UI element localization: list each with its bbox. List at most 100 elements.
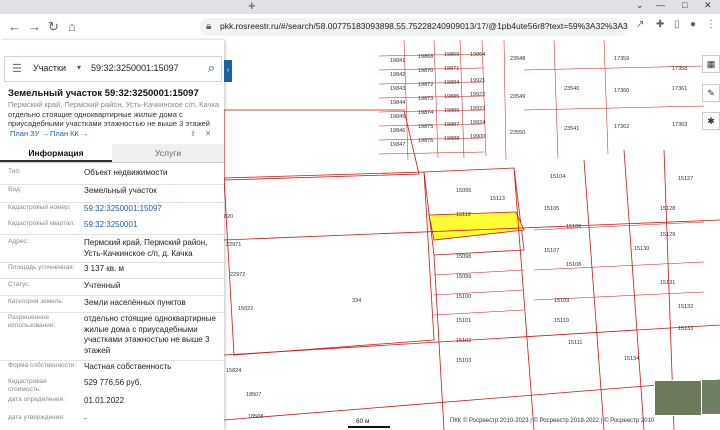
parcel-label[interactable]: 19872	[418, 82, 433, 88]
cadastral-number-link[interactable]: 59:32:3250001:15097	[84, 204, 220, 215]
parcel-label[interactable]: 19871	[444, 66, 459, 72]
close-button[interactable]: ✕	[704, 0, 712, 11]
parcel-label[interactable]: 22971	[226, 242, 241, 248]
parcel-label[interactable]: 17359	[614, 56, 629, 62]
parcel-label[interactable]: 15105	[544, 206, 559, 212]
parcel-label[interactable]: 17360	[614, 88, 629, 94]
parcel-label[interactable]: 15134	[624, 356, 639, 362]
parcel-label[interactable]: 19924	[470, 120, 485, 126]
search-bar[interactable]: ☰ Участки ▾ 59:32:3250001:15097 ⌕	[4, 56, 222, 82]
parcel-label[interactable]: 15101	[456, 318, 471, 324]
lock-icon[interactable]: 🔒︎	[206, 21, 211, 32]
plan-kk-link[interactable]: План КК →	[50, 129, 89, 138]
parcel-label[interactable]: 23550	[510, 130, 525, 136]
parcel-label[interactable]: 820	[224, 214, 233, 220]
plan-zu-link[interactable]: План ЗУ →	[10, 129, 49, 138]
parcel-label[interactable]: 19921	[470, 78, 485, 84]
parcel-label[interactable]: 18508	[248, 414, 263, 420]
parcel-label[interactable]: 15109	[554, 298, 569, 304]
search-input[interactable]: 59:32:3250001:15097	[91, 63, 179, 73]
parcel-label[interactable]: 15129	[660, 232, 675, 238]
extensions-icon[interactable]: ✚	[656, 19, 664, 30]
parcel-label[interactable]: 19923	[470, 106, 485, 112]
parcel-label[interactable]: 15098	[456, 254, 471, 260]
forward-icon[interactable]: →	[28, 19, 41, 34]
parcel-label[interactable]: 19864	[470, 52, 485, 58]
parcel-label[interactable]: 19847	[390, 142, 405, 148]
parcel-label[interactable]: 17358	[672, 66, 687, 72]
settings-icon[interactable]: ✱	[702, 112, 720, 130]
cadastral-map[interactable]: 19841 19868 19869 19864 19842 19870 19871 19843…	[224, 40, 720, 430]
edit-icon[interactable]: ✎	[702, 84, 720, 102]
panel-collapse-handle[interactable]: ‹	[224, 60, 232, 82]
profile-icon[interactable]: ●	[690, 19, 696, 30]
parcel-label[interactable]: 334	[352, 298, 361, 304]
parcel-label[interactable]: 15130	[634, 246, 649, 252]
parcel-label[interactable]: 15022	[238, 306, 253, 312]
parcel-label[interactable]: 23540	[564, 86, 579, 92]
satellite-thumbnail[interactable]	[654, 380, 702, 416]
parcel-label[interactable]: 19844	[390, 100, 405, 106]
parcel-label[interactable]: 15102	[456, 338, 471, 344]
parcel-label[interactable]: 19870	[418, 68, 433, 74]
reload-icon[interactable]: ↻	[48, 19, 59, 35]
url-field[interactable]: 🔒︎ pkk.rosreestr.ru/#/search/58.00775183…	[200, 18, 628, 36]
parcel-label[interactable]: 19843	[390, 86, 405, 92]
parcel-label[interactable]: 17363	[672, 122, 687, 128]
parcel-label[interactable]: 23541	[564, 126, 579, 132]
tab-services[interactable]: Услуги	[112, 144, 224, 162]
parcel-label[interactable]: 19842	[390, 72, 405, 78]
parcel-label[interactable]: 15111	[568, 340, 582, 346]
tab-information[interactable]: Информация	[0, 144, 112, 162]
parcel-label[interactable]: 19873	[418, 96, 433, 102]
parcel-label[interactable]: 19885	[444, 94, 459, 100]
back-icon[interactable]: ←	[8, 19, 21, 34]
parcel-label[interactable]: 19886	[444, 108, 459, 114]
parcel-label[interactable]: 23549	[510, 94, 525, 100]
parcel-label[interactable]: 15131	[660, 280, 675, 286]
parcel-label[interactable]: 19876	[418, 138, 433, 144]
parcel-label[interactable]: 15108	[566, 262, 581, 268]
parcel-label[interactable]: 15110	[554, 318, 569, 324]
cadastral-quarter-link[interactable]: 59:32:3250001	[84, 220, 220, 231]
parcel-label[interactable]: 17362	[614, 124, 629, 130]
basemap-thumbnail[interactable]	[702, 380, 720, 414]
search-type-select[interactable]: Участки	[33, 63, 66, 73]
parcel-label[interactable]: 19875	[418, 124, 433, 130]
parcel-label[interactable]: 15107	[544, 248, 559, 254]
parcel-label[interactable]: 19868	[418, 54, 433, 60]
parcel-label[interactable]: 17361	[672, 86, 687, 92]
parcel-label[interactable]: 19900	[470, 134, 485, 140]
parcel-label[interactable]: 19845	[390, 114, 405, 120]
parcel-label[interactable]: 23548	[510, 56, 525, 62]
chevron-down-icon[interactable]: ▾	[77, 63, 81, 72]
parcel-label[interactable]: 19884	[444, 80, 459, 86]
map-canvas[interactable]: 19841 19868 19869 19864 19842 19870 19871 19843…	[224, 40, 720, 430]
parcel-label[interactable]: 19841	[390, 58, 405, 64]
layers-icon[interactable]: ▦	[702, 55, 720, 73]
parcel-label[interactable]: 19846	[390, 128, 405, 134]
parcel-label[interactable]: 15128	[660, 206, 675, 212]
menu-icon[interactable]: ⋮	[706, 19, 716, 30]
parcel-label[interactable]: 15095	[456, 188, 471, 194]
minimize-button[interactable]: —	[656, 0, 665, 10]
parcel-label[interactable]: 15100	[456, 294, 471, 300]
parcel-label[interactable]: 19888	[444, 136, 459, 142]
parcel-label[interactable]: 19874	[418, 110, 433, 116]
parcel-label[interactable]: 15112	[456, 212, 471, 218]
share-icon[interactable]: ↗	[636, 19, 644, 30]
dropdown-icon[interactable]: ⌄	[636, 0, 644, 11]
parcel-label[interactable]: 15132	[678, 304, 693, 310]
parcel-label[interactable]: 22972	[230, 272, 245, 278]
parcel-label[interactable]: 15103	[456, 358, 471, 364]
sidepanel-icon[interactable]: ▯	[674, 19, 680, 30]
parcel-label[interactable]: 19887	[444, 122, 459, 128]
parcel-label[interactable]: 15824	[226, 368, 241, 374]
parcel-label[interactable]: 15106	[566, 224, 581, 230]
parcel-label[interactable]: 15104	[550, 174, 565, 180]
home-icon[interactable]: ⌂	[68, 19, 76, 34]
search-icon[interactable]: ⌕	[208, 60, 215, 76]
menu-icon[interactable]: ☰	[12, 62, 22, 75]
parcel-label[interactable]: 15113	[490, 196, 505, 202]
close-icon[interactable]: ✕	[205, 129, 211, 138]
